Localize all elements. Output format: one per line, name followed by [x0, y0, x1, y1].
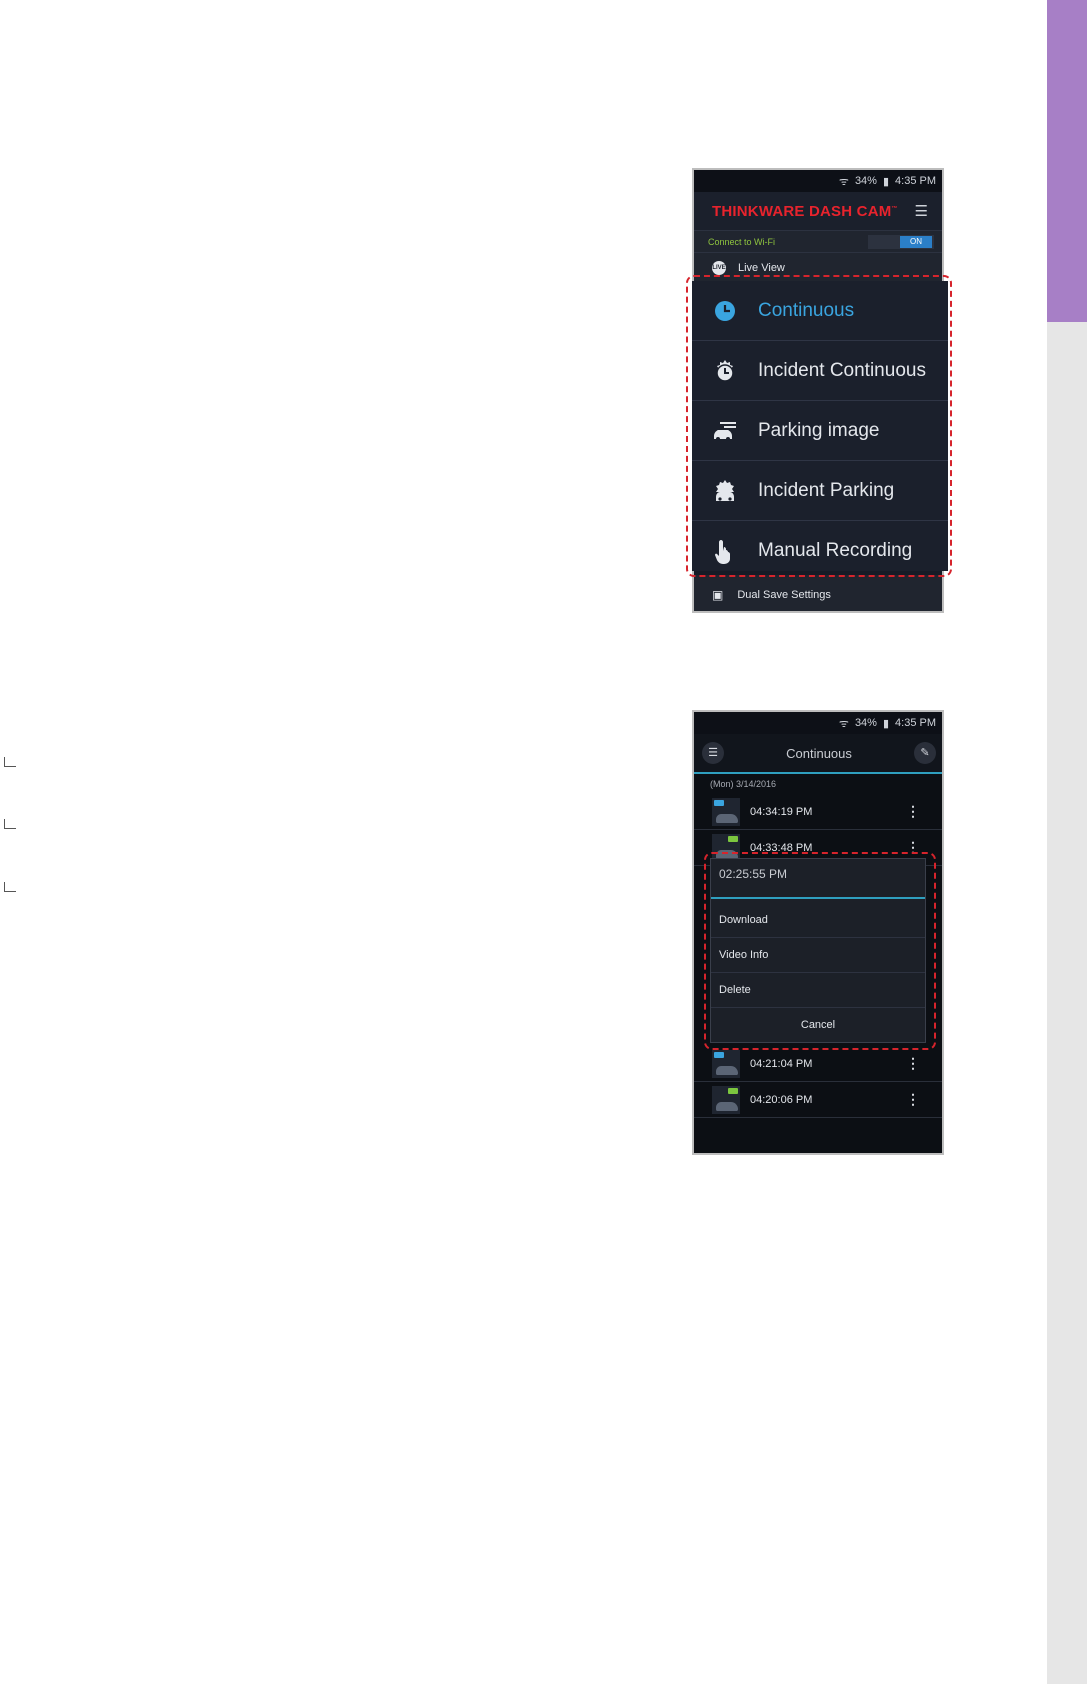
save-settings-icon: ▣: [712, 588, 724, 602]
status-bar: ᯤ 34% ▮ 4:35 PM: [694, 170, 942, 192]
car-icon: [716, 1101, 738, 1111]
highlight-frame: [686, 275, 952, 577]
status-time: 4:35 PM: [895, 175, 936, 187]
wifi-signal-icon: ᯤ: [838, 717, 849, 730]
video-row[interactable]: 04:21:04 PM ⋮: [694, 1046, 942, 1082]
battery-icon: ▮: [882, 175, 890, 188]
more-options-icon[interactable]: ⋮: [906, 1055, 920, 1072]
wifi-toggle[interactable]: ON: [868, 234, 934, 249]
wifi-toggle-state: ON: [900, 235, 932, 248]
wifi-signal-icon: ᯤ: [838, 175, 849, 188]
video-row[interactable]: 04:20:06 PM ⋮: [694, 1082, 942, 1118]
status-time: 4:35 PM: [895, 717, 936, 729]
side-tab-active: [1047, 0, 1087, 322]
car-icon: [716, 1065, 738, 1075]
menu-list-icon[interactable]: ☰: [702, 742, 724, 764]
live-view-label: Live View: [738, 261, 785, 274]
video-thumbnail: [712, 797, 740, 826]
menu-list-icon[interactable]: ☰: [915, 202, 928, 220]
camera-icon: [714, 1051, 724, 1058]
wifi-connect-row[interactable]: Connect to Wi-Fi ON: [694, 230, 942, 252]
video-time: 04:34:19 PM: [750, 805, 813, 818]
car-icon: [716, 813, 738, 823]
corner-marker: [4, 757, 16, 767]
camera-icon: [728, 835, 738, 842]
more-options-icon[interactable]: ⋮: [906, 1091, 920, 1108]
corner-marker: [4, 882, 16, 892]
camera-icon: [714, 799, 724, 806]
page-title: Continuous: [786, 745, 852, 761]
battery-level: 34%: [854, 175, 877, 187]
corner-marker: [4, 819, 16, 829]
camera-icon: [728, 1087, 738, 1094]
battery-level: 34%: [854, 717, 877, 729]
side-tab-strip: [1047, 0, 1087, 1684]
list-header: ☰ Continuous ✎: [694, 734, 942, 774]
video-time: 04:20:06 PM: [750, 1093, 813, 1106]
battery-icon: ▮: [882, 717, 890, 730]
highlight-frame: [704, 852, 936, 1050]
dual-save-settings-label: Dual Save Settings: [737, 589, 831, 601]
date-label: (Mon) 3/14/2016: [710, 779, 777, 789]
status-bar: ᯤ 34% ▮ 4:35 PM: [694, 712, 942, 734]
video-row[interactable]: 04:34:19 PM ⋮: [694, 794, 942, 830]
live-view-icon: LIVE: [712, 260, 726, 275]
video-time: 04:21:04 PM: [750, 1057, 813, 1070]
video-thumbnail: [712, 1085, 740, 1114]
more-options-icon[interactable]: ⋮: [906, 803, 920, 820]
app-header: THINKWARE DASH CAM™ ☰: [694, 192, 942, 230]
wifi-label: Connect to Wi-Fi: [708, 236, 776, 247]
video-thumbnail: [712, 1049, 740, 1078]
brand-logo: THINKWARE DASH CAM™: [712, 202, 898, 220]
edit-icon[interactable]: ✎: [914, 742, 936, 764]
